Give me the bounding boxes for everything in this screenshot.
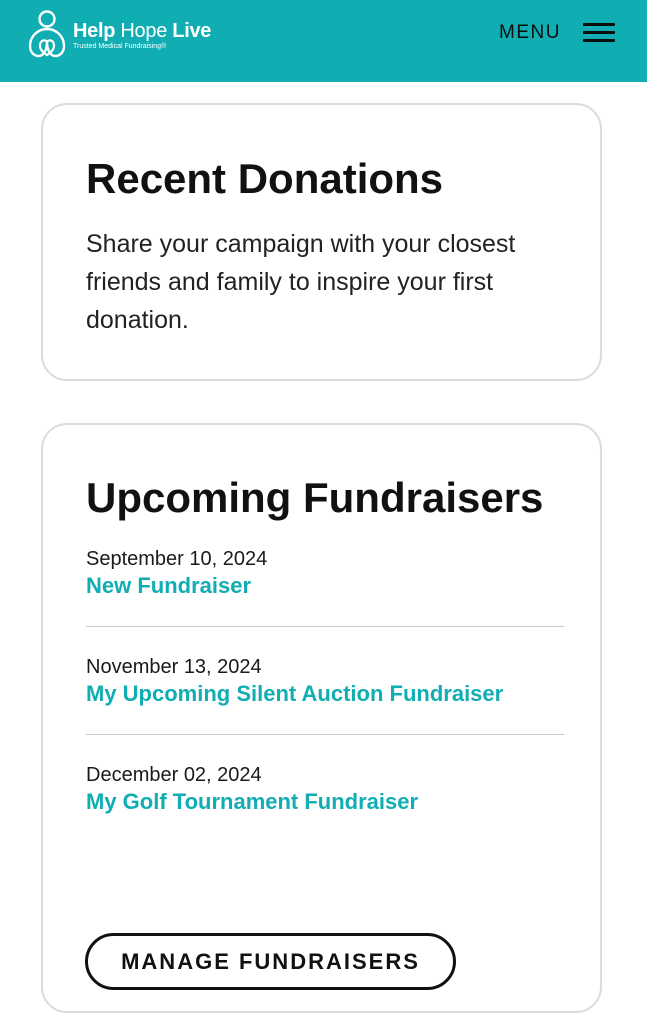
fundraiser-date: December 02, 2024	[86, 764, 262, 786]
recent-donations-card: Recent Donations Share your campaign wit…	[41, 103, 602, 381]
brand-word-help: Help	[73, 19, 116, 42]
menu-button[interactable]: MENU	[499, 22, 615, 44]
recent-donations-message: Share your campaign with your closest fr…	[86, 230, 516, 334]
fundraiser-item: November 13, 2024 My Upcoming Silent Auc…	[86, 627, 564, 735]
upcoming-fundraisers-title: Upcoming Fundraisers	[86, 474, 544, 521]
fundraiser-date: November 13, 2024	[86, 656, 262, 678]
fundraiser-link[interactable]: My Golf Tournament Fundraiser	[86, 787, 564, 842]
menu-label: MENU	[499, 22, 561, 43]
fundraiser-item: December 02, 2024 My Golf Tournament Fun…	[86, 735, 564, 842]
recent-donations-title: Recent Donations	[86, 155, 444, 202]
hamburger-menu-icon	[583, 22, 615, 44]
fundraiser-link[interactable]: My Upcoming Silent Auction Fundraiser	[86, 679, 564, 734]
people-heart-logo-icon	[28, 10, 66, 58]
brand-wordmark: Help Hope Live Trusted Medical Fundraisi…	[73, 20, 211, 51]
fundraiser-date: September 10, 2024	[86, 548, 268, 570]
manage-fundraisers-button[interactable]: MANAGE FUNDRAISERS	[85, 933, 456, 990]
brand-name: Help Hope Live	[73, 20, 211, 42]
fundraiser-item: September 10, 2024 New Fundraiser	[86, 545, 564, 627]
site-header: Help Hope Live Trusted Medical Fundraisi…	[0, 0, 647, 82]
upcoming-fundraisers-card: Upcoming Fundraisers September 10, 2024 …	[41, 423, 602, 1013]
brand-logo[interactable]: Help Hope Live Trusted Medical Fundraisi…	[24, 8, 211, 62]
fundraiser-link[interactable]: New Fundraiser	[86, 571, 564, 626]
brand-word-live: Live	[172, 19, 212, 42]
fundraiser-list: September 10, 2024 New Fundraiser Novemb…	[86, 545, 564, 842]
brand-tagline: Trusted Medical Fundraising®	[73, 42, 167, 50]
brand-word-hope: Hope	[120, 19, 168, 42]
